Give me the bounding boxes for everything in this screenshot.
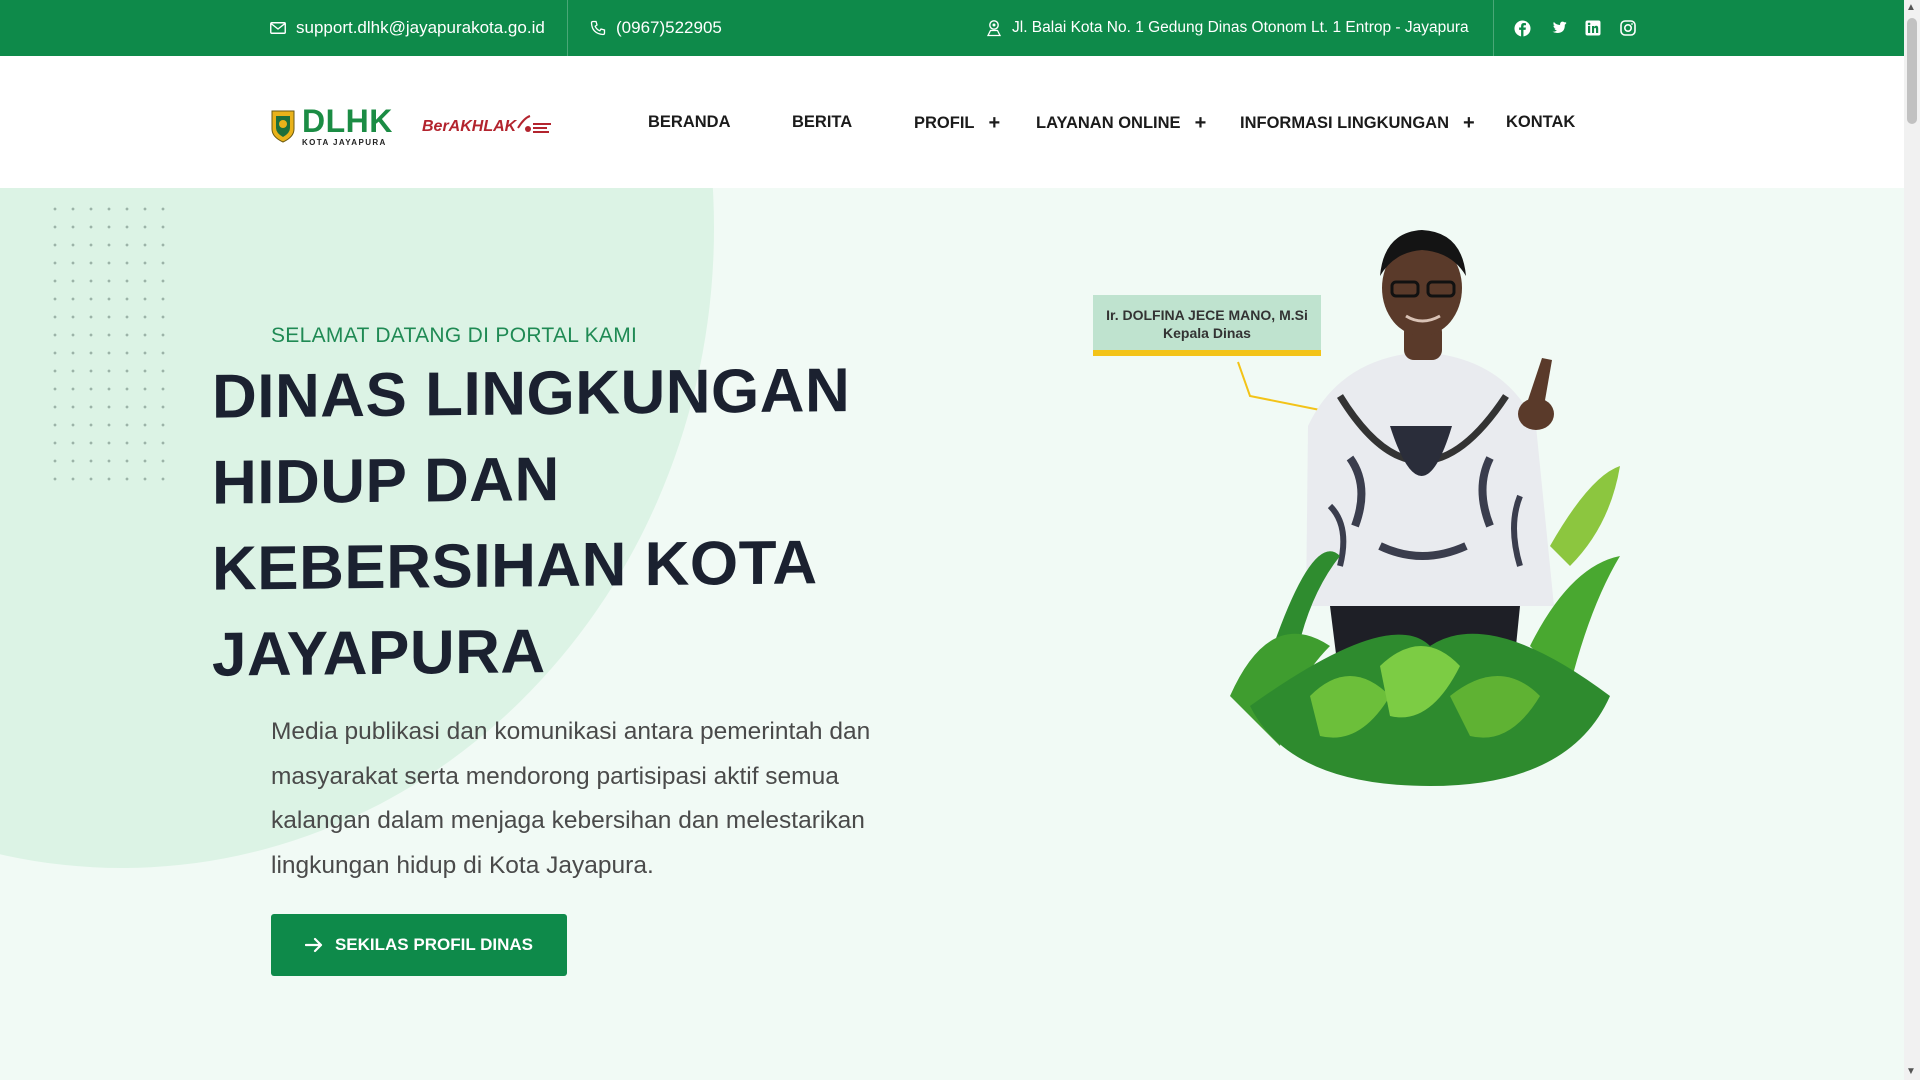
social-links <box>1513 0 1637 56</box>
nav-kontak[interactable]: KONTAK <box>1506 113 1575 132</box>
plus-icon: + <box>1463 112 1475 134</box>
cta-label: SEKILAS PROFIL DINAS <box>334 935 534 954</box>
divider <box>1493 0 1494 56</box>
logo-sub-text: KOTA JAYAPURA <box>302 138 387 147</box>
page-scrollbar[interactable] <box>1904 0 1920 1080</box>
top-contact-bar: support.dlhk@jayapurakota.go.id (0967)52… <box>0 0 1904 56</box>
plus-icon: + <box>988 112 1001 134</box>
nav-berita[interactable]: BERITA <box>792 113 852 132</box>
nav-label: BERITA <box>792 113 853 131</box>
berakhlak-logo: BerAKHLAK <box>422 114 554 140</box>
hero-kicker: SELAMAT DATANG DI PORTAL KAMI <box>271 324 638 347</box>
hero-headline: DINAS LINGKUNGAN HIDUP DAN KEBERSIHAN KO… <box>212 347 912 698</box>
berakhlak-text: BerAKHLAK <box>422 118 517 135</box>
plus-icon: + <box>1194 112 1207 134</box>
headline-line: HIDUP DAN <box>212 445 560 518</box>
dlhk-logo[interactable]: DLHK KOTA JAYAPURA <box>270 105 393 147</box>
nav-label: PROFIL <box>914 113 975 132</box>
arrow-right-icon <box>304 937 323 953</box>
scroll-up-icon[interactable]: ▲ <box>1906 2 1916 13</box>
twitter-icon[interactable] <box>1548 19 1567 38</box>
headline-line: KEBERSIHAN KOTA <box>212 528 818 604</box>
decorative-dots <box>46 200 176 490</box>
nav-layanan-online[interactable]: LAYANAN ONLINE + <box>1036 113 1206 133</box>
email-link[interactable]: support.dlhk@jayapurakota.go.id <box>270 0 545 56</box>
berakhlak-mark-icon <box>517 115 552 133</box>
email-text: support.dlhk@jayapurakota.go.id <box>296 18 545 37</box>
facebook-icon[interactable] <box>1513 19 1532 38</box>
phone-link[interactable]: (0967)522905 <box>590 0 722 56</box>
hero-description: Media publikasi dan komunikasi antara pe… <box>271 718 871 879</box>
phone-icon <box>590 20 606 36</box>
nav-label: INFORMASI LINGKUNGAN <box>1240 113 1449 132</box>
nav-profil[interactable]: PROFIL + <box>914 113 1000 133</box>
nav-label: BERANDA <box>648 113 731 131</box>
nav-informasi-lingkungan[interactable]: INFORMASI LINGKUNGAN + <box>1240 113 1475 133</box>
logo-main-text: DLHK <box>302 103 393 139</box>
scroll-down-icon[interactable]: ▼ <box>1906 1066 1916 1077</box>
address-text-wrap: Jl. Balai Kota No. 1 Gedung Dinas Otonom… <box>986 0 1469 56</box>
sekilas-profil-button[interactable]: SEKILAS PROFIL DINAS <box>271 914 567 976</box>
main-navbar: DLHK KOTA JAYAPURA BerAKHLAK BERANDA BER… <box>0 56 1904 188</box>
mail-icon <box>270 22 286 34</box>
headline-line: JAYAPURA <box>212 617 546 690</box>
nav-beranda[interactable]: BERANDA <box>648 113 731 132</box>
location-icon <box>986 20 1002 37</box>
linkedin-icon[interactable] <box>1583 19 1602 38</box>
phone-text: (0967)522905 <box>616 18 722 37</box>
address-text: Jl. Balai Kota No. 1 Gedung Dinas Otonom… <box>1012 19 1469 36</box>
headline-line: DINAS LINGKUNGAN <box>212 355 851 432</box>
nav-label: KONTAK <box>1506 113 1576 131</box>
hero-section: SELAMAT DATANG DI PORTAL KAMI DINAS LING… <box>0 188 1904 1080</box>
city-emblem-icon <box>271 110 295 143</box>
official-portrait <box>1230 230 1620 786</box>
scrollbar-thumb[interactable] <box>1907 18 1917 124</box>
divider <box>567 0 568 56</box>
nav-label: LAYANAN ONLINE <box>1036 113 1181 132</box>
instagram-icon[interactable] <box>1618 19 1637 38</box>
